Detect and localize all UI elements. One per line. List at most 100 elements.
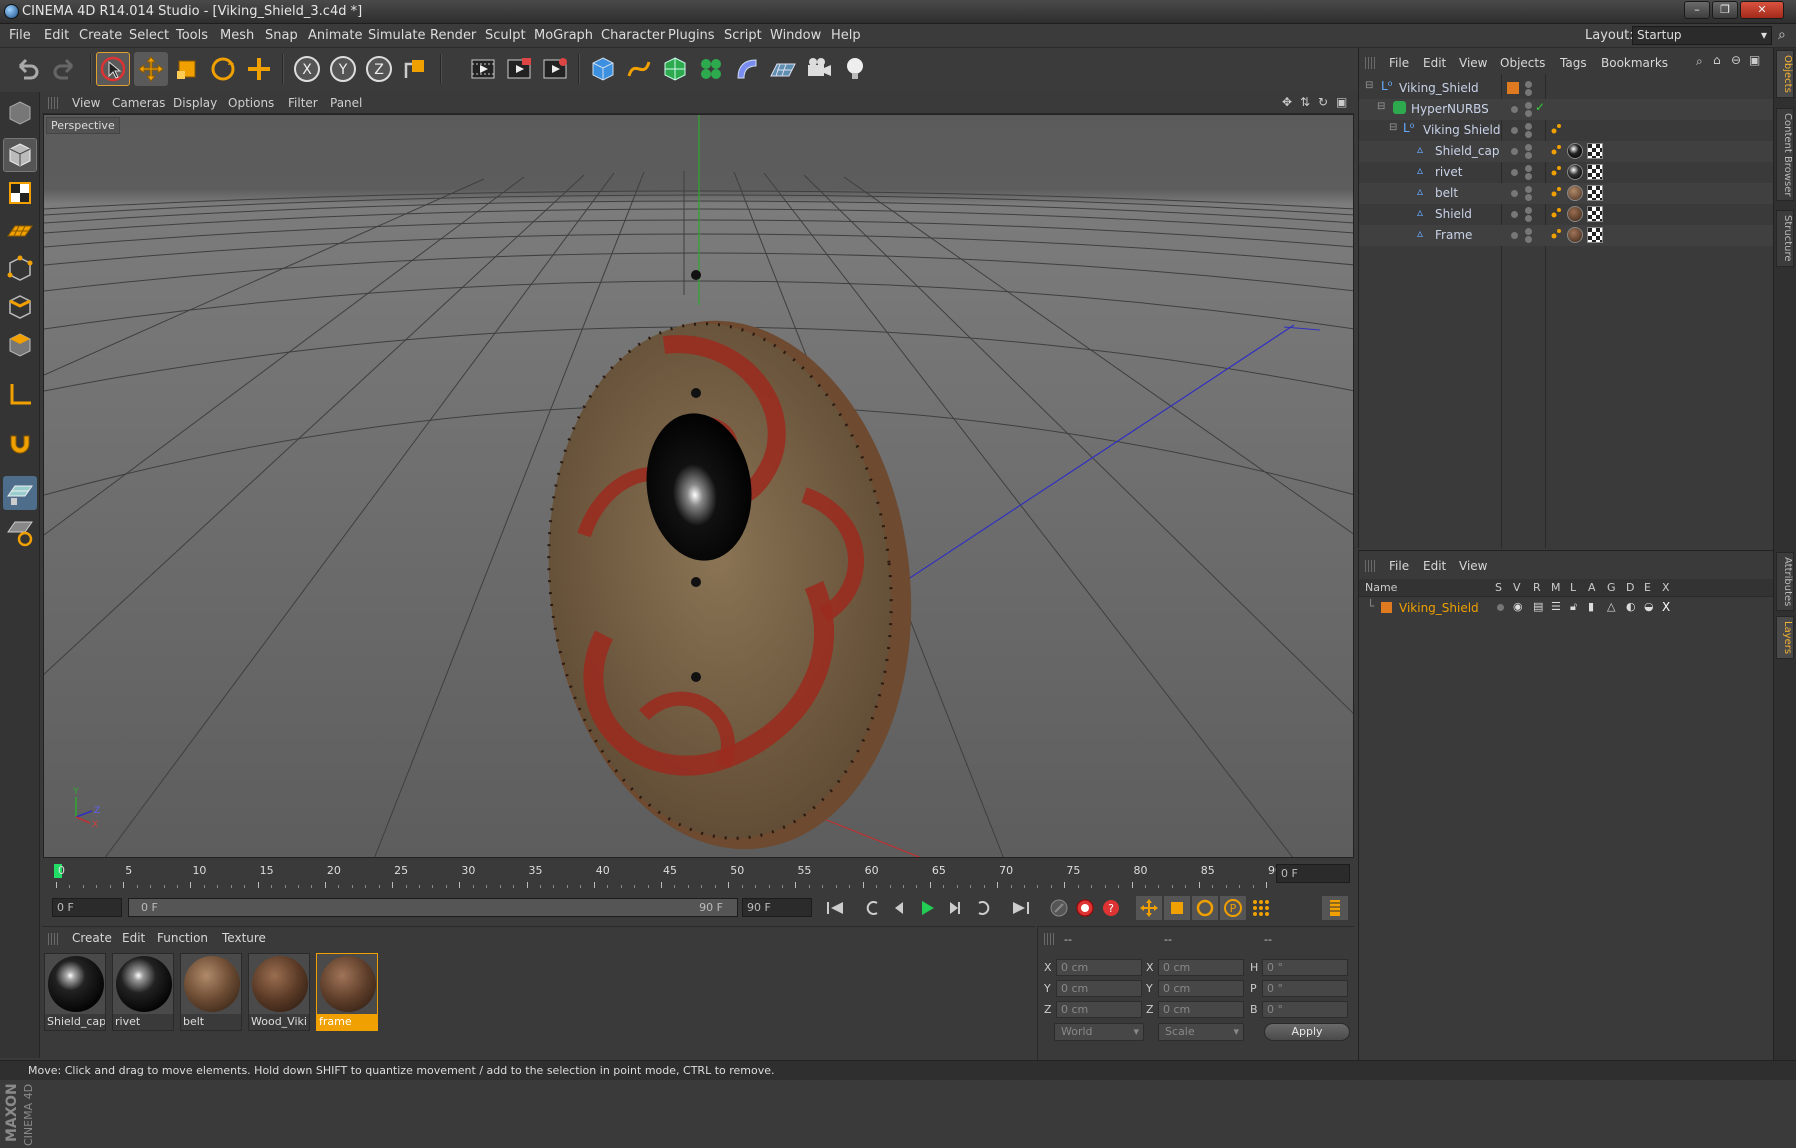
editor-visibility-dot[interactable]	[1525, 165, 1532, 172]
tab-content-browser[interactable]: Content Browser	[1776, 108, 1794, 202]
rotation-h-field[interactable]: 0 °	[1262, 959, 1348, 976]
render-visibility-dot[interactable]	[1525, 236, 1532, 243]
menu-create[interactable]: Create	[79, 28, 122, 43]
menu-sculpt[interactable]: Sculpt	[485, 28, 526, 43]
light-icon[interactable]	[838, 52, 872, 86]
redo-icon[interactable]	[48, 52, 82, 86]
tab-objects[interactable]: Objects	[1776, 50, 1794, 98]
menu-edit[interactable]: Edit	[44, 28, 69, 43]
search-icon[interactable]: ⌕	[1696, 54, 1703, 69]
3d-viewport[interactable]: Y Z X Perspective	[43, 114, 1354, 858]
material-tag-icon[interactable]	[1567, 227, 1583, 243]
editor-visibility-dot[interactable]	[1511, 148, 1518, 155]
cloner-icon[interactable]	[694, 52, 728, 86]
editor-visibility-dot[interactable]	[1525, 144, 1532, 151]
layer-lock-icon[interactable]: 🔓︎	[1570, 600, 1577, 614]
object-row[interactable]: ⊟ L⁰ Viking_Shield	[1359, 78, 1774, 99]
record-point-level-icon[interactable]	[1248, 896, 1274, 920]
menu-simulate[interactable]: Simulate	[368, 28, 425, 43]
material-menu-texture[interactable]: Texture	[222, 931, 266, 945]
render-visibility-dot[interactable]	[1525, 110, 1532, 117]
render-visibility-dot[interactable]	[1525, 173, 1532, 180]
objects-menu-bookmarks[interactable]: Bookmarks	[1601, 56, 1668, 70]
go-to-end-icon[interactable]	[1008, 896, 1034, 920]
cube-icon[interactable]	[586, 52, 620, 86]
column-view[interactable]: V	[1513, 581, 1521, 594]
autokey-icon[interactable]	[1072, 896, 1098, 920]
tab-structure[interactable]: Structure	[1776, 210, 1794, 267]
close-button[interactable]: ✕	[1740, 1, 1784, 19]
loop-forward-icon[interactable]	[970, 896, 996, 920]
points-mode-icon[interactable]	[3, 252, 37, 286]
make-editable-icon[interactable]	[3, 96, 37, 130]
menu-window[interactable]: Window	[770, 28, 821, 43]
viewport-menu-cameras[interactable]: Cameras	[112, 96, 165, 110]
column-animation[interactable]: A	[1588, 581, 1596, 594]
layer-color-swatch[interactable]	[1381, 602, 1392, 613]
material-swatch[interactable]: Wood_Viki	[248, 953, 310, 1031]
objects-menu-file[interactable]: File	[1389, 56, 1409, 70]
column-deformers[interactable]: D	[1626, 581, 1634, 594]
maximize-button[interactable]: ❐	[1712, 1, 1738, 19]
menu-snap[interactable]: Snap	[265, 28, 298, 43]
uvw-tag-icon[interactable]	[1587, 185, 1603, 201]
menu-animate[interactable]: Animate	[308, 28, 362, 43]
magnet-icon[interactable]	[3, 426, 37, 460]
layer-manager-icon[interactable]: ☰	[1551, 600, 1561, 613]
editor-visibility-dot[interactable]	[1525, 228, 1532, 235]
phong-tag-icon[interactable]	[1551, 186, 1563, 198]
layer-xref-icon[interactable]: X	[1662, 600, 1670, 614]
objects-menu-tags[interactable]: Tags	[1560, 56, 1587, 70]
viewport-menu-options[interactable]: Options	[228, 96, 274, 110]
phong-tag-icon[interactable]	[1551, 228, 1563, 240]
play-icon[interactable]	[914, 896, 940, 920]
uvw-tag-icon[interactable]	[1587, 164, 1603, 180]
subdivision-surface-icon[interactable]	[658, 52, 692, 86]
move-icon[interactable]	[134, 52, 168, 86]
tab-attributes[interactable]: Attributes	[1776, 552, 1794, 612]
material-tag-icon[interactable]	[1567, 143, 1583, 159]
object-row[interactable]: ▵ Shield_cap	[1359, 141, 1774, 162]
editor-visibility-dot[interactable]	[1511, 190, 1518, 197]
editor-visibility-dot[interactable]	[1525, 123, 1532, 130]
size-mode-dropdown[interactable]: Scale ▾	[1158, 1023, 1244, 1041]
viewport-menu-view[interactable]: View	[72, 96, 100, 110]
keyframe-selection-icon[interactable]: ?	[1098, 896, 1124, 920]
home-icon[interactable]: ⌂	[1713, 53, 1721, 67]
phong-tag-icon[interactable]	[1551, 123, 1563, 135]
minimize-button[interactable]: –	[1684, 1, 1710, 19]
search-icon[interactable]: ⌕	[1778, 27, 1786, 43]
rotation-b-field[interactable]: 0 °	[1262, 1001, 1348, 1018]
editor-visibility-dot[interactable]	[1511, 169, 1518, 176]
object-row[interactable]: ⊟ HyperNURBS ✓	[1359, 99, 1774, 120]
editor-visibility-dot[interactable]	[1525, 186, 1532, 193]
deformer-icon[interactable]	[730, 52, 764, 86]
editor-visibility-dot[interactable]	[1511, 232, 1518, 239]
previous-frame-icon[interactable]	[886, 896, 912, 920]
viking-shield-model[interactable]	[523, 270, 936, 858]
position-y-field[interactable]: 0 cm	[1056, 980, 1142, 997]
column-solo[interactable]: S	[1495, 581, 1502, 594]
menu-script[interactable]: Script	[724, 28, 762, 43]
render-view-icon[interactable]	[466, 52, 500, 86]
material-menu-function[interactable]: Function	[157, 931, 208, 945]
menu-plugins[interactable]: Plugins	[668, 28, 715, 43]
menu-file[interactable]: File	[9, 28, 31, 43]
next-frame-icon[interactable]	[942, 896, 968, 920]
floor-icon[interactable]	[766, 52, 800, 86]
locked-workplane-icon[interactable]	[3, 516, 37, 550]
orbit-view-icon[interactable]: ↻	[1318, 95, 1328, 109]
object-row[interactable]: ▵ rivet	[1359, 162, 1774, 183]
editor-visibility-dot[interactable]	[1511, 106, 1518, 113]
column-manager[interactable]: M	[1551, 581, 1561, 594]
material-swatch[interactable]: belt	[180, 953, 242, 1031]
column-locked[interactable]: L	[1570, 581, 1576, 594]
current-frame-field[interactable]: 0 F	[1276, 864, 1350, 883]
object-row[interactable]: ▵ Shield	[1359, 204, 1774, 225]
uvw-tag-icon[interactable]	[1587, 143, 1603, 159]
scale-icon[interactable]	[170, 52, 204, 86]
timeline-scheme-icon[interactable]	[1322, 896, 1348, 920]
size-x-field[interactable]: 0 cm	[1158, 959, 1244, 976]
render-visibility-dot[interactable]	[1525, 152, 1532, 159]
editor-visibility-dot[interactable]	[1525, 81, 1532, 88]
